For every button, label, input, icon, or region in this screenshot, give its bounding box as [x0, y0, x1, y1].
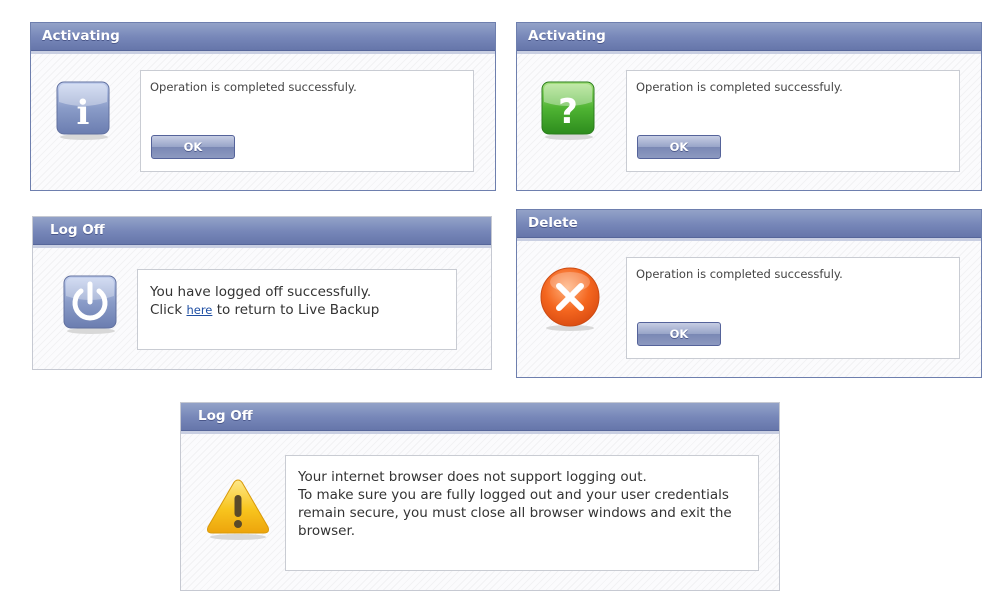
logoff-success-text: You have logged off successfully.: [150, 284, 372, 300]
message-line: To make sure you are fully logged out an…: [298, 487, 729, 503]
click-suffix: to return to Live Backup: [216, 302, 380, 318]
dialog-title: Activating: [42, 28, 120, 44]
dialog-titlebar: Activating: [517, 23, 981, 54]
message-line: Your internet browser does not support l…: [298, 469, 647, 485]
message-text: Operation is completed successfuly.: [636, 80, 843, 94]
return-line: Click here to return to Live Backup: [150, 301, 379, 319]
message-text: Operation is completed successfuly.: [636, 267, 843, 281]
dialog-titlebar: Activating: [31, 23, 495, 54]
power-icon: [61, 274, 121, 338]
activating-dialog-info: Activating i Operation is completed succ…: [30, 22, 496, 191]
message-box: Operation is completed successfuly. OK: [626, 70, 960, 172]
message-text: You have logged off successfully. Click …: [150, 283, 379, 319]
dialog-title: Log Off: [50, 222, 105, 238]
dialog-titlebar: Log Off: [33, 217, 491, 248]
info-icon: i: [55, 80, 113, 144]
message-box: Operation is completed successfuly. OK: [140, 70, 474, 172]
dialog-titlebar: Log Off: [181, 403, 779, 434]
dialog-title: Log Off: [198, 408, 253, 424]
warning-icon: [205, 477, 271, 545]
ok-button[interactable]: OK: [151, 135, 235, 159]
message-line: remain secure, you must close all browse…: [298, 505, 732, 521]
message-box: Operation is completed successfuly. OK: [626, 257, 960, 359]
svg-text:i: i: [77, 93, 90, 133]
logoff-dialog: Log Off You have logged off successfully…: [32, 216, 492, 370]
here-link[interactable]: here: [186, 303, 212, 317]
message-text: Your internet browser does not support l…: [298, 468, 748, 540]
svg-text:?: ?: [558, 92, 578, 132]
delete-dialog: Delete Operation is completed successful…: [516, 209, 982, 378]
logoff-warning-dialog: Log Off Your internet browser does not s…: [180, 402, 780, 591]
dialog-title: Activating: [528, 28, 606, 44]
ok-button[interactable]: OK: [637, 322, 721, 346]
question-icon: ?: [539, 80, 599, 144]
click-prefix: Click: [150, 302, 183, 318]
message-text: Operation is completed successfuly.: [150, 80, 357, 94]
message-box: You have logged off successfully. Click …: [137, 269, 457, 350]
message-line: browser.: [298, 523, 356, 539]
dialog-titlebar: Delete: [517, 210, 981, 241]
activating-dialog-question: Activating ? Operation is completed succ…: [516, 22, 982, 191]
dialog-title: Delete: [528, 215, 578, 231]
ok-button[interactable]: OK: [637, 135, 721, 159]
message-box: Your internet browser does not support l…: [285, 455, 759, 571]
error-x-icon: [537, 266, 603, 336]
